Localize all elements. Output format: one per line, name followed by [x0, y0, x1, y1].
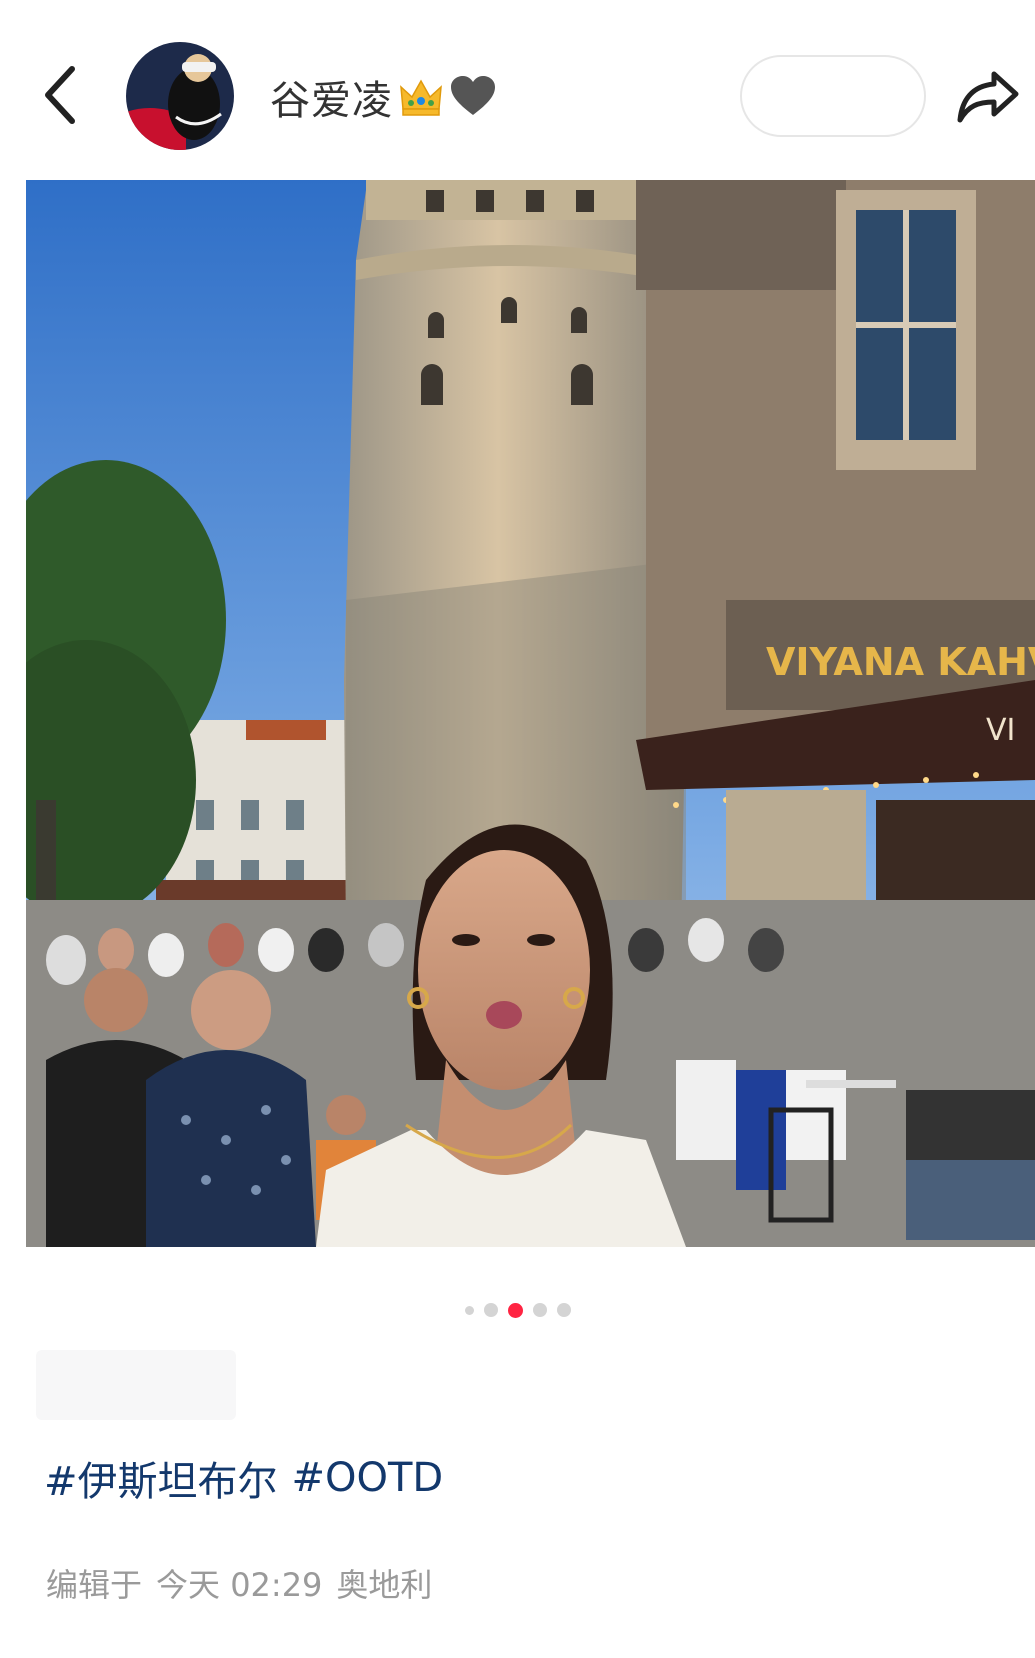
carousel-dot [532, 1303, 547, 1317]
carousel-dot-active [507, 1302, 523, 1318]
post-date: 今天 02:29 [156, 1566, 323, 1604]
follow-button[interactable] [740, 55, 926, 137]
avatar[interactable] [126, 42, 234, 150]
post-photo[interactable]: VIYANA KAHVESİ VI [26, 180, 1035, 1247]
share-button[interactable] [952, 60, 1024, 132]
crown-icon [400, 79, 442, 116]
carousel-dot [464, 1305, 474, 1315]
share-arrow-icon [957, 71, 1019, 123]
hashtag-istanbul[interactable]: #伊斯坦布尔 [44, 1449, 278, 1507]
hashtag-row: #伊斯坦布尔 #OOTD [44, 1448, 443, 1508]
post-meta: 编辑于 今天 02:29 奥地利 [46, 1558, 432, 1608]
chevron-left-icon [45, 66, 75, 124]
black-heart-icon [451, 76, 495, 115]
carousel-dot [483, 1303, 498, 1317]
cafe-awning-text: VI [986, 713, 1015, 748]
username-row[interactable]: 谷爱凌 [270, 62, 497, 132]
edited-label: 编辑于 [46, 1566, 143, 1604]
post-location: 奥地利 [336, 1566, 433, 1604]
cafe-sign-text: VIYANA KAHVESİ [766, 640, 1035, 684]
username[interactable]: 谷爱凌 [270, 68, 393, 126]
post-header: 谷爱凌 [0, 0, 1035, 180]
hashtag-ootd[interactable]: #OOTD [292, 1455, 444, 1501]
back-button[interactable] [30, 55, 90, 135]
carousel-dot [556, 1303, 571, 1317]
blurred-title-area [36, 1350, 236, 1420]
carousel-indicator [0, 1298, 1035, 1322]
